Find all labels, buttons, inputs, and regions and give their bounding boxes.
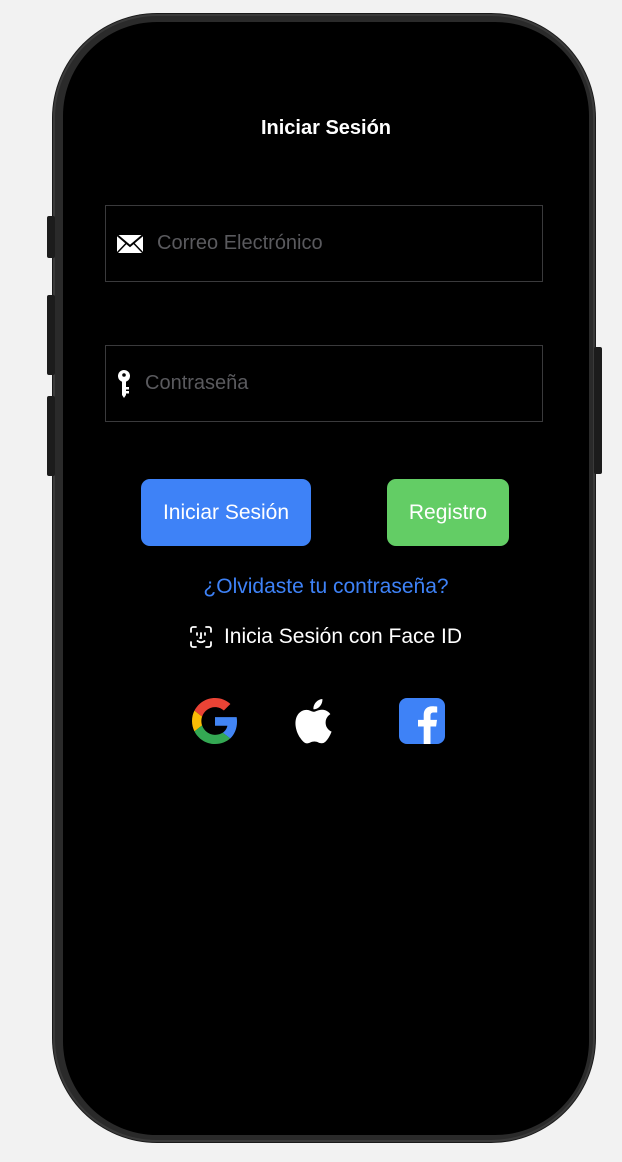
faceid-login-button[interactable]: Inicia Sesión con Face ID <box>63 625 589 649</box>
email-input[interactable] <box>155 231 519 256</box>
apple-logo-icon <box>295 699 332 744</box>
volume-up-button <box>47 295 55 375</box>
login-button[interactable]: Iniciar Sesión <box>141 479 311 546</box>
register-button[interactable]: Registro <box>387 479 509 546</box>
password-input[interactable] <box>143 371 507 396</box>
page-title: Iniciar Sesión <box>260 117 392 139</box>
silent-switch <box>47 216 55 258</box>
login-screen: Iniciar Sesión Iniciar Sesión Reg <box>63 22 589 1135</box>
volume-down-button <box>47 396 55 476</box>
facebook-logo-icon <box>399 698 445 744</box>
facebook-login-button[interactable] <box>398 696 446 746</box>
forgot-password-link[interactable]: ¿Olvidaste tu contraseña? <box>63 575 589 599</box>
email-field[interactable] <box>105 205 543 282</box>
google-login-button[interactable] <box>191 696 239 746</box>
password-field[interactable] <box>105 345 543 422</box>
apple-login-button[interactable] <box>288 696 336 746</box>
key-icon <box>117 369 131 398</box>
google-logo-icon <box>192 698 238 744</box>
envelope-icon <box>117 233 143 254</box>
faceid-label: Inicia Sesión con Face ID <box>223 625 463 648</box>
power-button <box>594 347 602 474</box>
faceid-icon <box>190 626 212 648</box>
